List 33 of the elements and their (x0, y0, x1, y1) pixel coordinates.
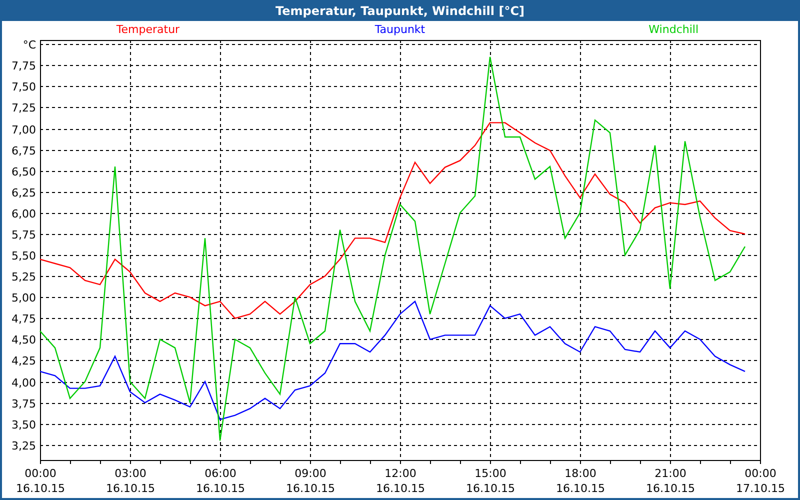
y-axis-label: 4,50 (12, 334, 36, 346)
x-axis-label: 12:00 16.10.15 (376, 467, 425, 495)
x-axis-label: 09:00 16.10.15 (286, 467, 335, 495)
y-axis-label: 5,00 (12, 292, 36, 304)
y-axis-label: 4,00 (12, 376, 36, 390)
legend-label: Temperatur (116, 23, 180, 36)
legend-label: Taupunkt (374, 23, 426, 36)
y-axis-label: 7,75 (12, 60, 36, 72)
y-axis-label: 5,25 (12, 270, 36, 284)
y-axis-label: 4,75 (12, 312, 36, 326)
y-axis-label: 3,50 (12, 418, 36, 432)
x-axis-label: 15:00 16.10.15 (466, 467, 515, 495)
y-axis-label: 7,50 (12, 80, 36, 94)
window-title: Temperatur, Taupunkt, Windchill [°C] (276, 4, 524, 18)
x-axis-label: 00:00 17.10.15 (736, 467, 785, 495)
x-axis-label: 06:00 16.10.15 (196, 467, 245, 495)
legend-label: Windchill (648, 23, 699, 36)
x-axis-label: 21:00 16.10.15 (646, 467, 695, 495)
y-axis-label: 5,50 (12, 250, 36, 262)
y-axis-label: 6,50 (12, 166, 36, 178)
x-axis-label: 18:00 16.10.15 (556, 467, 605, 495)
y-axis-label: 3,25 (12, 440, 36, 452)
y-axis-label: 3,75 (12, 398, 36, 410)
x-axis-label: 03:00 16.10.15 (106, 467, 155, 495)
y-axis-label: 5,75 (12, 228, 36, 242)
y-axis-label: 6,75 (12, 144, 36, 158)
y-axis-label: 6,00 (12, 208, 36, 220)
y-axis-label: °C (22, 38, 36, 52)
y-axis-label: 6,25 (12, 186, 36, 200)
y-axis-label: 7,00 (12, 124, 36, 136)
y-axis-label: 4,25 (12, 354, 36, 368)
x-axis-label: 00:00 16.10.15 (16, 467, 65, 495)
y-axis-label: 7,25 (12, 102, 36, 114)
